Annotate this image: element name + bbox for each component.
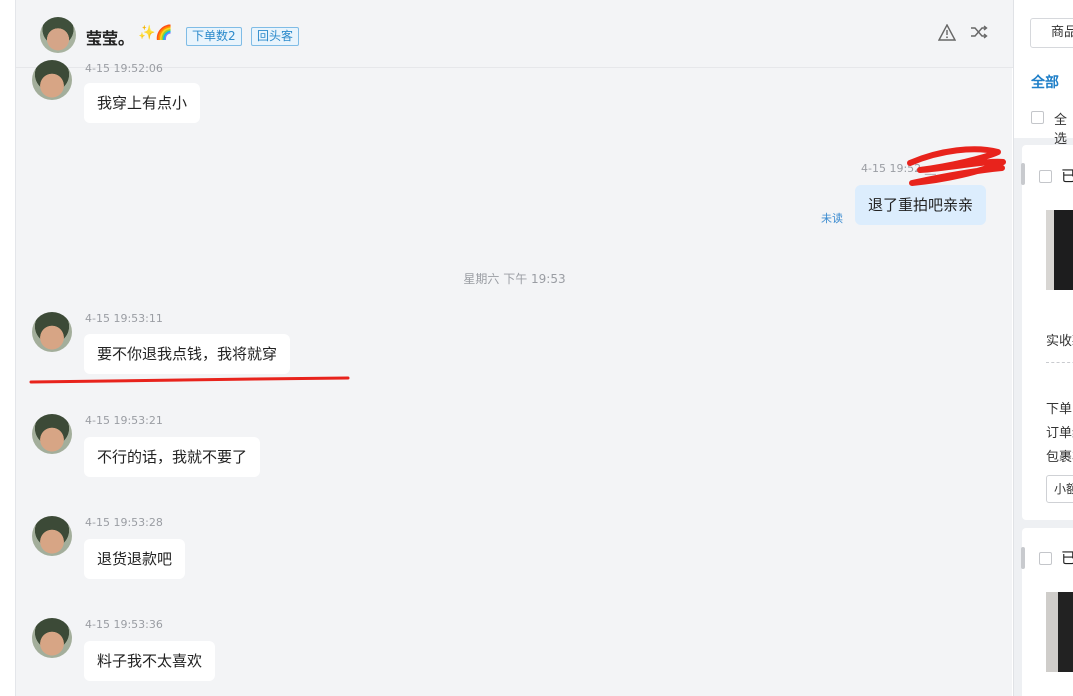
select-all-label: 全选	[1054, 113, 1068, 147]
message-bubble[interactable]: 料子我不太喜欢	[84, 641, 216, 681]
message-bubble[interactable]: 我穿上有点小	[84, 83, 201, 123]
small-payment-button[interactable]: 小额	[1046, 475, 1073, 503]
customer-avatar	[32, 60, 72, 100]
card-accent-bar	[1021, 547, 1025, 569]
order-status: 已	[1061, 547, 1073, 568]
customer-avatar	[32, 414, 72, 454]
product-thumbnail[interactable]	[1046, 592, 1073, 672]
message-bubble[interactable]: 不行的话，我就不要了	[84, 437, 261, 477]
customer-avatar	[32, 312, 72, 352]
order-checkbox[interactable]	[1039, 552, 1052, 565]
message-timestamp: 4-15 19:53:21	[85, 414, 163, 427]
order-status: 已	[1061, 165, 1073, 186]
product-thumbnail[interactable]	[1046, 210, 1073, 290]
order-panel-header: 商品 全部 全选	[1014, 0, 1073, 147]
unread-status: 未读	[821, 212, 843, 225]
message-timestamp: 4-15 19:53:11	[85, 312, 163, 325]
app-root: 莹莹。 ✨🌈 下单数2 回头客 4-15 19:52:06 我穿上有点小 4-1…	[0, 0, 1073, 696]
message-bubble[interactable]: 要不你退我点钱，我将就穿	[84, 334, 291, 374]
seller-message-bubble[interactable]: 退了重拍吧亲亲	[855, 185, 987, 225]
message-timestamp: 4-15 19:52:__	[861, 162, 936, 175]
message-timestamp: 4-15 19:52:06	[85, 62, 163, 75]
tab-all[interactable]: 全部	[1031, 72, 1059, 92]
divider	[1046, 362, 1073, 363]
day-separator: 星期六 下午 19:53	[463, 272, 566, 286]
order-card: 已 实收款 下单时 订单编 包裹状 小额	[1021, 145, 1073, 520]
card-accent-bar	[1021, 163, 1025, 185]
warning-icon[interactable]	[937, 23, 957, 46]
chat-header: 莹莹。 ✨🌈 下单数2 回头客	[16, 0, 1013, 68]
order-card: 已	[1021, 528, 1073, 696]
product-search-input[interactable]: 商品	[1030, 18, 1073, 48]
order-checkbox[interactable]	[1039, 170, 1052, 183]
order-number-label: 订单编	[1046, 426, 1073, 441]
package-status-label: 包裹状	[1046, 450, 1073, 465]
chat-pane: 莹莹。 ✨🌈 下单数2 回头客 4-15 19:52:06 我穿上有点小 4-1…	[15, 0, 1026, 696]
order-time-label: 下单时	[1046, 402, 1073, 417]
message-bubble[interactable]: 退货退款吧	[84, 539, 186, 579]
order-panel: 商品 全部 全选 已 实收款 下单时 订单编 包裹状 小额 已	[1013, 0, 1073, 696]
shuffle-icon[interactable]	[970, 24, 988, 45]
message-timestamp: 4-15 19:53:36	[85, 618, 163, 631]
paid-amount-label: 实收款	[1046, 334, 1073, 349]
returning-customer-tag: 回头客	[251, 27, 300, 46]
order-count-tag: 下单数2	[186, 27, 242, 46]
customer-avatar	[32, 618, 72, 658]
customer-avatar[interactable]	[40, 17, 76, 53]
customer-avatar	[32, 516, 72, 556]
customer-name: 莹莹。	[86, 29, 135, 48]
customer-name-emoji: ✨🌈	[138, 25, 173, 41]
message-timestamp: 4-15 19:53:28	[85, 516, 163, 529]
select-all-checkbox[interactable]	[1031, 111, 1044, 124]
